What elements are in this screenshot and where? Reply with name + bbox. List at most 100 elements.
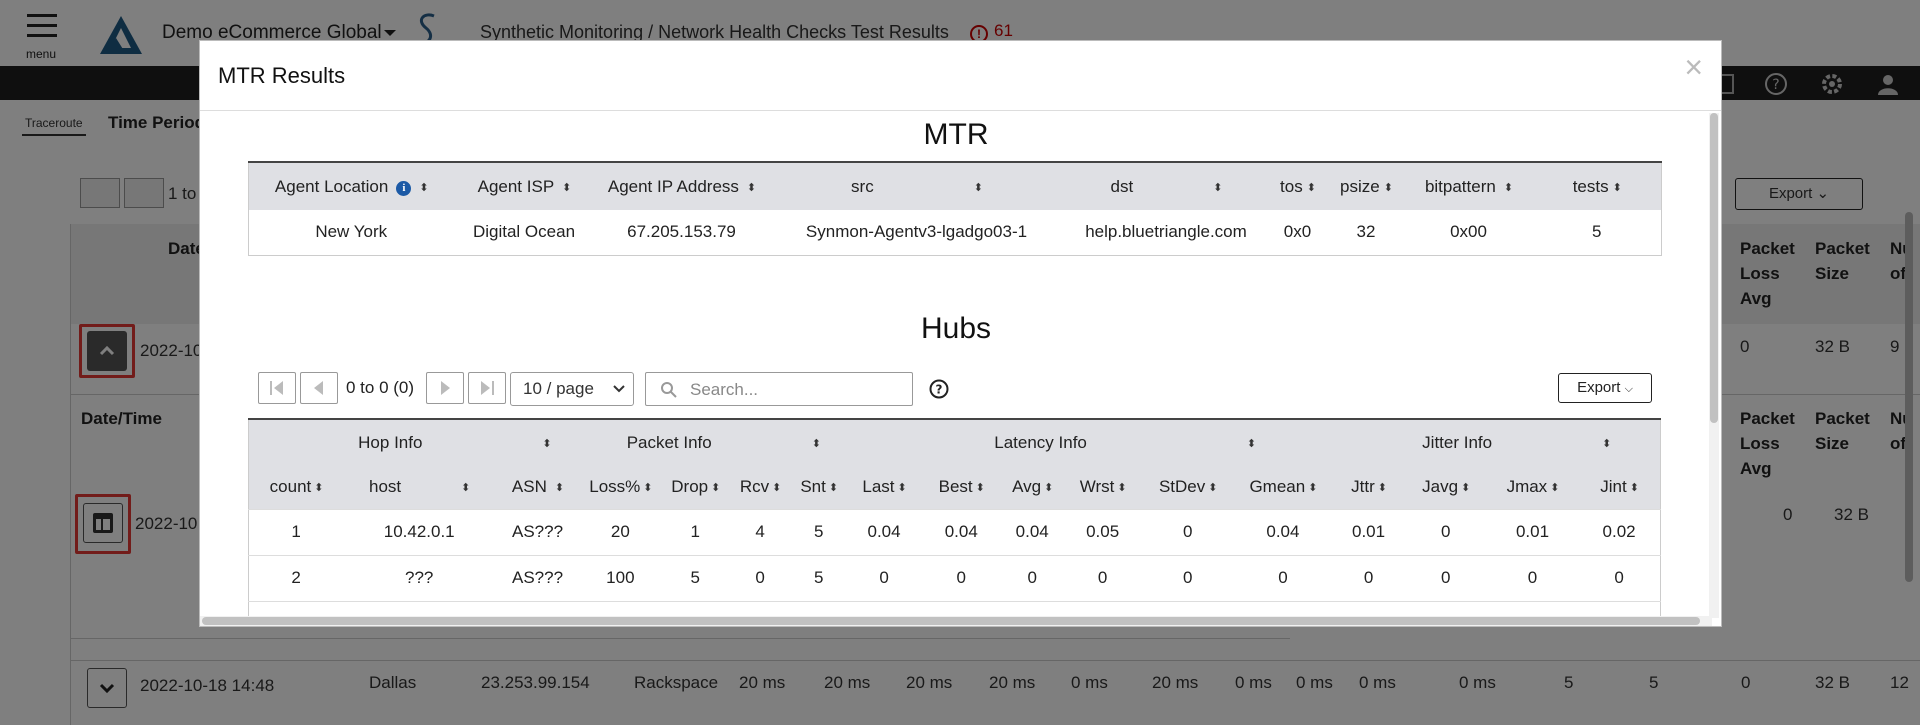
col-gmean[interactable]: Gmean ⬍ [1233, 465, 1333, 509]
sort-icon: ⬍ [828, 481, 838, 494]
hub-cell: ??? [343, 554, 496, 601]
hub-cell: 0.05 [1063, 508, 1143, 555]
sort-icon: ⬍ [1602, 437, 1611, 450]
hubs-pager: 0 to 0 (0) 10 / page Search... ? Export … [258, 372, 1658, 406]
col-last[interactable]: Last ⬍ [846, 465, 922, 509]
group-latency-info[interactable]: Latency Info ⬍ [846, 419, 1333, 465]
col-wrst[interactable]: Wrst ⬍ [1063, 465, 1143, 509]
sort-icon: ⬍ [1044, 481, 1053, 494]
mtr-section-title: MTR [923, 118, 989, 151]
hub-row: 1 10.42.0.1 AS??? 20 1 4 5 0.04 0.04 0.04 0.05 0 0.0… [248, 508, 1661, 555]
hub-cell: AS??? [495, 554, 580, 601]
hub-cell: 100 [579, 554, 661, 601]
hubs-table: Hop Info ⬍ Packet Info ⬍ Latency Info ⬍ Jit… [248, 418, 1661, 618]
col-jint[interactable]: Jint ⬍ [1578, 465, 1661, 509]
col-loss[interactable]: Loss% ⬍ [579, 465, 661, 509]
prev-page-icon [314, 381, 323, 395]
search-placeholder: Search... [690, 380, 759, 399]
mtr-col-agent-isp[interactable]: Agent ISP ⬍ [453, 162, 595, 210]
first-page-icon [270, 381, 283, 395]
sort-icon: ⬍ [419, 181, 428, 194]
first-page-button[interactable] [258, 372, 296, 404]
hub-cell: 5 [790, 508, 847, 555]
hub-cell: AS??? [495, 508, 580, 555]
sort-icon: ⬍ [1377, 481, 1387, 494]
prev-page-button[interactable] [300, 372, 338, 404]
hub-cell: 5 [790, 554, 847, 601]
mtr-col-agent-ip[interactable]: Agent IP Address ⬍ [594, 162, 769, 210]
mtr-col-agent-location[interactable]: Agent Location i ⬍ [248, 162, 454, 210]
sort-icon: ⬍ [314, 481, 323, 494]
mtr-col-psize[interactable]: psize ⬍ [1327, 162, 1405, 210]
col-count[interactable]: count ⬍ [248, 465, 344, 509]
hub-cell: 0 [1063, 554, 1143, 601]
mtr-cell-tests: 5 [1592, 222, 1602, 242]
hub-cell: 0 [1332, 554, 1405, 601]
mtr-row: New York Digital Ocean 67.205.153.79 Syn… [249, 210, 1662, 255]
modal-title: MTR Results [218, 63, 346, 88]
sort-icon: ⬍ [897, 481, 907, 494]
hub-cell: 0 [921, 554, 1002, 601]
next-page-button[interactable] [426, 372, 464, 404]
hub-cell: 0 [1001, 554, 1064, 601]
col-jmax[interactable]: Jmax ⬍ [1486, 465, 1579, 509]
modal-vertical-scrollbar[interactable] [1709, 113, 1719, 618]
col-host[interactable]: host ⬍ [343, 465, 496, 509]
col-javg[interactable]: Javg ⬍ [1404, 465, 1487, 509]
hub-cell: 1 [248, 508, 344, 555]
sort-icon: ⬍ [772, 481, 781, 494]
hub-cell: 10.42.0.1 [343, 508, 496, 555]
sort-icon: ⬍ [1213, 181, 1222, 194]
svg-text:?: ? [936, 383, 943, 397]
hub-cell: 0 [1404, 508, 1487, 555]
mtr-table: Agent Location i ⬍ Agent ISP ⬍ Agent IP Add… [248, 161, 1662, 256]
sort-icon: ⬍ [1612, 181, 1622, 194]
hub-row: 2??? AS??? 100 5 0 5 0 0 0 0 0 0 0 0 0 0 [248, 554, 1661, 601]
hub-cell: 0 [1404, 554, 1487, 601]
last-page-button[interactable] [468, 372, 506, 404]
col-snt[interactable]: Snt ⬍ [790, 465, 847, 509]
sort-icon: ⬍ [711, 481, 720, 494]
sort-icon: ⬍ [1308, 481, 1317, 494]
search-input[interactable]: Search... [645, 372, 913, 406]
col-drop[interactable]: Drop ⬍ [660, 465, 730, 509]
modal-header: MTR Results × [200, 41, 1721, 111]
page-size-select[interactable]: 10 / page [510, 372, 634, 406]
group-hop-info[interactable]: Hop Info ⬍ [248, 419, 580, 465]
help-icon[interactable]: ? [929, 379, 949, 399]
sort-icon: ⬍ [811, 437, 821, 450]
hubs-export-button[interactable]: Export ⌵ [1558, 373, 1652, 403]
hub-cell: 0 [1142, 508, 1234, 555]
hub-cell: 0 [729, 554, 791, 601]
mtr-col-dst[interactable]: dst ⬍ [1064, 162, 1268, 210]
col-avg[interactable]: Avg ⬍ [1001, 465, 1064, 509]
col-rcv[interactable]: Rcv ⬍ [729, 465, 791, 509]
info-icon[interactable]: i [396, 180, 412, 196]
col-stdev[interactable]: StDev ⬍ [1142, 465, 1234, 509]
mtr-col-tests[interactable]: tests ⬍ [1532, 162, 1662, 210]
mtr-col-bitpattern[interactable]: bitpattern ⬍ [1404, 162, 1533, 210]
hub-cell: 4 [729, 508, 791, 555]
mtr-col-tos[interactable]: tos ⬍ [1267, 162, 1328, 210]
group-packet-info[interactable]: Packet Info ⬍ [579, 419, 847, 465]
sort-icon: ⬍ [975, 481, 985, 494]
mtr-cell-agent-location: New York [315, 222, 388, 242]
col-best[interactable]: Best ⬍ [921, 465, 1002, 509]
search-icon [661, 382, 677, 398]
hubs-pager-text: 0 to 0 (0) [346, 378, 415, 397]
last-page-icon [481, 381, 494, 395]
sort-icon: ⬍ [1117, 481, 1126, 494]
close-icon[interactable]: × [1684, 51, 1703, 83]
mtr-col-src[interactable]: src ⬍ [768, 162, 1065, 210]
sort-icon: ⬍ [461, 481, 470, 494]
sort-icon: ⬍ [1246, 437, 1256, 450]
modal-horizontal-scrollbar[interactable] [200, 616, 1712, 626]
group-jitter-info[interactable]: Jitter Info ⬍ [1332, 419, 1661, 465]
hub-cell: 0.02 [1578, 508, 1661, 555]
mtr-cell-psize: 32 [1356, 222, 1376, 242]
col-asn[interactable]: ASN ⬍ [495, 465, 580, 509]
sort-icon: ⬍ [554, 481, 564, 494]
sort-icon: ⬍ [1208, 481, 1217, 494]
sort-icon: ⬍ [746, 181, 756, 194]
col-jttr[interactable]: Jttr ⬍ [1332, 465, 1405, 509]
